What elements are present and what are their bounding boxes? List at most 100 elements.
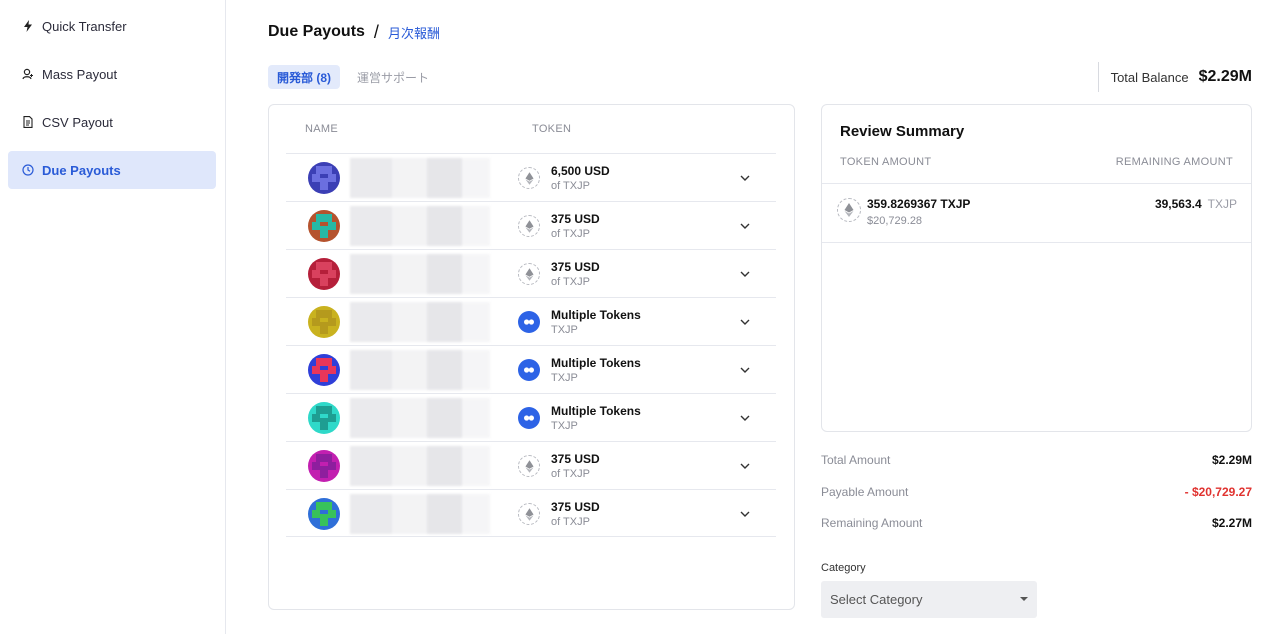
avatar — [308, 258, 340, 290]
table-row[interactable]: 375 USD of TXJP — [286, 489, 776, 537]
ethereum-icon — [518, 215, 540, 237]
chevron-down-icon[interactable] — [738, 267, 752, 281]
redacted-name — [350, 158, 490, 198]
token-unit: of TXJP — [551, 228, 590, 240]
chevron-down-icon[interactable] — [738, 507, 752, 521]
table-row[interactable]: Multiple Tokens TXJP — [286, 345, 776, 393]
token-amount: Multiple Tokens — [551, 356, 641, 370]
token-unit: of TXJP — [551, 180, 590, 192]
ethereum-icon — [837, 198, 861, 222]
sidebar-item-label: Due Payouts — [42, 162, 121, 178]
token-unit: of TXJP — [551, 276, 590, 288]
avatar — [308, 210, 340, 242]
avatar — [308, 306, 340, 338]
table-row[interactable]: Multiple Tokens TXJP — [286, 393, 776, 441]
total-amount-row: Total Amount $2.29M — [821, 453, 1252, 469]
column-header-token: TOKEN — [532, 123, 572, 135]
table-row[interactable]: 6,500 USD of TXJP — [286, 153, 776, 201]
tab-development[interactable]: 開発部 (8) — [268, 65, 341, 89]
sidebar-item-csv-payout[interactable]: CSV Payout — [8, 103, 216, 141]
review-token-amount: 359.8269367 TXJP — [867, 197, 971, 211]
breadcrumb-link[interactable]: 月次報酬 — [388, 23, 440, 42]
recipient-list-panel: NAME TOKEN 6,500 USD of TXJP 375 USD of TXJ… — [268, 104, 795, 610]
token-unit: of TXJP — [551, 468, 590, 480]
token-amount: 6,500 USD — [551, 164, 610, 178]
payable-amount-value: - $20,729.27 — [1184, 485, 1252, 499]
chevron-down-icon[interactable] — [738, 315, 752, 329]
token-amount: Multiple Tokens — [551, 404, 641, 418]
chevron-down-icon[interactable] — [738, 219, 752, 233]
avatar — [308, 162, 340, 194]
review-remaining-amount: 39,563.4 TXJP — [1155, 197, 1237, 211]
redacted-name — [350, 302, 490, 342]
redacted-name — [350, 446, 490, 486]
breadcrumb: Due Payouts / 月次報酬 — [268, 20, 440, 44]
clock-icon — [22, 164, 34, 176]
review-fiat-amount: $20,729.28 — [867, 215, 923, 227]
review-summary-title: Review Summary — [840, 123, 965, 140]
sidebar: Quick Transfer Mass Payout CSV Payout Du… — [0, 0, 226, 634]
remaining-amount-label: Remaining Amount — [821, 516, 923, 530]
column-header-token-amount: TOKEN AMOUNT — [840, 156, 932, 168]
token-unit: TXJP — [551, 420, 578, 432]
redacted-name — [350, 350, 490, 390]
avatar — [308, 354, 340, 386]
document-icon — [22, 116, 34, 128]
sidebar-item-mass-payout[interactable]: Mass Payout — [8, 55, 216, 93]
avatar — [308, 450, 340, 482]
sidebar-item-label: Mass Payout — [42, 66, 118, 82]
total-balance-label: Total Balance — [1110, 69, 1189, 85]
review-summary-row: 359.8269367 TXJP $20,729.28 39,563.4 TXJP — [822, 183, 1251, 243]
table-row[interactable]: 375 USD of TXJP — [286, 441, 776, 489]
chevron-down-icon[interactable] — [738, 171, 752, 185]
sidebar-item-due-payouts[interactable]: Due Payouts — [8, 151, 216, 189]
sidebar-item-quick-transfer[interactable]: Quick Transfer — [8, 7, 216, 45]
chevron-down-icon[interactable] — [738, 459, 752, 473]
total-balance-value: $2.29M — [1198, 68, 1252, 85]
token-unit: of TXJP — [551, 516, 590, 528]
remaining-amount-row: Remaining Amount $2.27M — [821, 516, 1252, 532]
redacted-name — [350, 206, 490, 246]
total-amount-value: $2.29M — [1211, 453, 1252, 467]
remaining-value: 39,563.4 — [1154, 197, 1202, 211]
tab-operations-support[interactable]: 運営サポート — [348, 65, 438, 89]
table-row[interactable]: 375 USD of TXJP — [286, 249, 776, 297]
avatar — [308, 402, 340, 434]
token-amount: Multiple Tokens — [551, 308, 641, 322]
table-row[interactable]: 375 USD of TXJP — [286, 201, 776, 249]
category-select-value: Select Category — [830, 592, 923, 607]
token-unit: TXJP — [551, 324, 578, 336]
column-header-name: NAME — [305, 123, 338, 135]
multiple-tokens-icon — [518, 359, 540, 381]
multiple-tokens-icon — [518, 311, 540, 333]
category-select[interactable]: Select Category — [821, 581, 1037, 618]
bolt-icon — [22, 20, 34, 32]
ethereum-icon — [518, 503, 540, 525]
column-header-remaining-amount: REMAINING AMOUNT — [1115, 156, 1233, 168]
page-title: Due Payouts — [268, 23, 365, 40]
chevron-down-icon[interactable] — [738, 363, 752, 377]
total-balance: Total Balance $2.29M — [1097, 62, 1252, 92]
sidebar-item-label: Quick Transfer — [42, 18, 127, 34]
category-label: Category — [821, 562, 866, 574]
payable-amount-label: Payable Amount — [821, 485, 909, 499]
ethereum-icon — [518, 167, 540, 189]
ethereum-icon — [518, 455, 540, 477]
token-unit: TXJP — [551, 372, 578, 384]
user-icon — [22, 68, 34, 80]
chevron-down-icon[interactable] — [738, 411, 752, 425]
token-amount: 375 USD — [551, 260, 600, 274]
breadcrumb-separator: / — [373, 21, 379, 42]
review-summary-panel: Review Summary TOKEN AMOUNT REMAINING AM… — [821, 104, 1252, 432]
sidebar-item-label: CSV Payout — [42, 114, 113, 130]
redacted-name — [350, 254, 490, 294]
payable-amount-row: Payable Amount - $20,729.27 — [821, 485, 1252, 501]
table-row[interactable]: Multiple Tokens TXJP — [286, 297, 776, 345]
token-amount: 375 USD — [551, 452, 600, 466]
tab-bar: 開発部 (8) 運営サポート — [268, 65, 446, 89]
total-amount-label: Total Amount — [821, 453, 891, 467]
multiple-tokens-icon — [518, 407, 540, 429]
caret-down-icon — [1020, 597, 1028, 601]
redacted-name — [350, 398, 490, 438]
remaining-amount-value: $2.27M — [1211, 516, 1252, 530]
